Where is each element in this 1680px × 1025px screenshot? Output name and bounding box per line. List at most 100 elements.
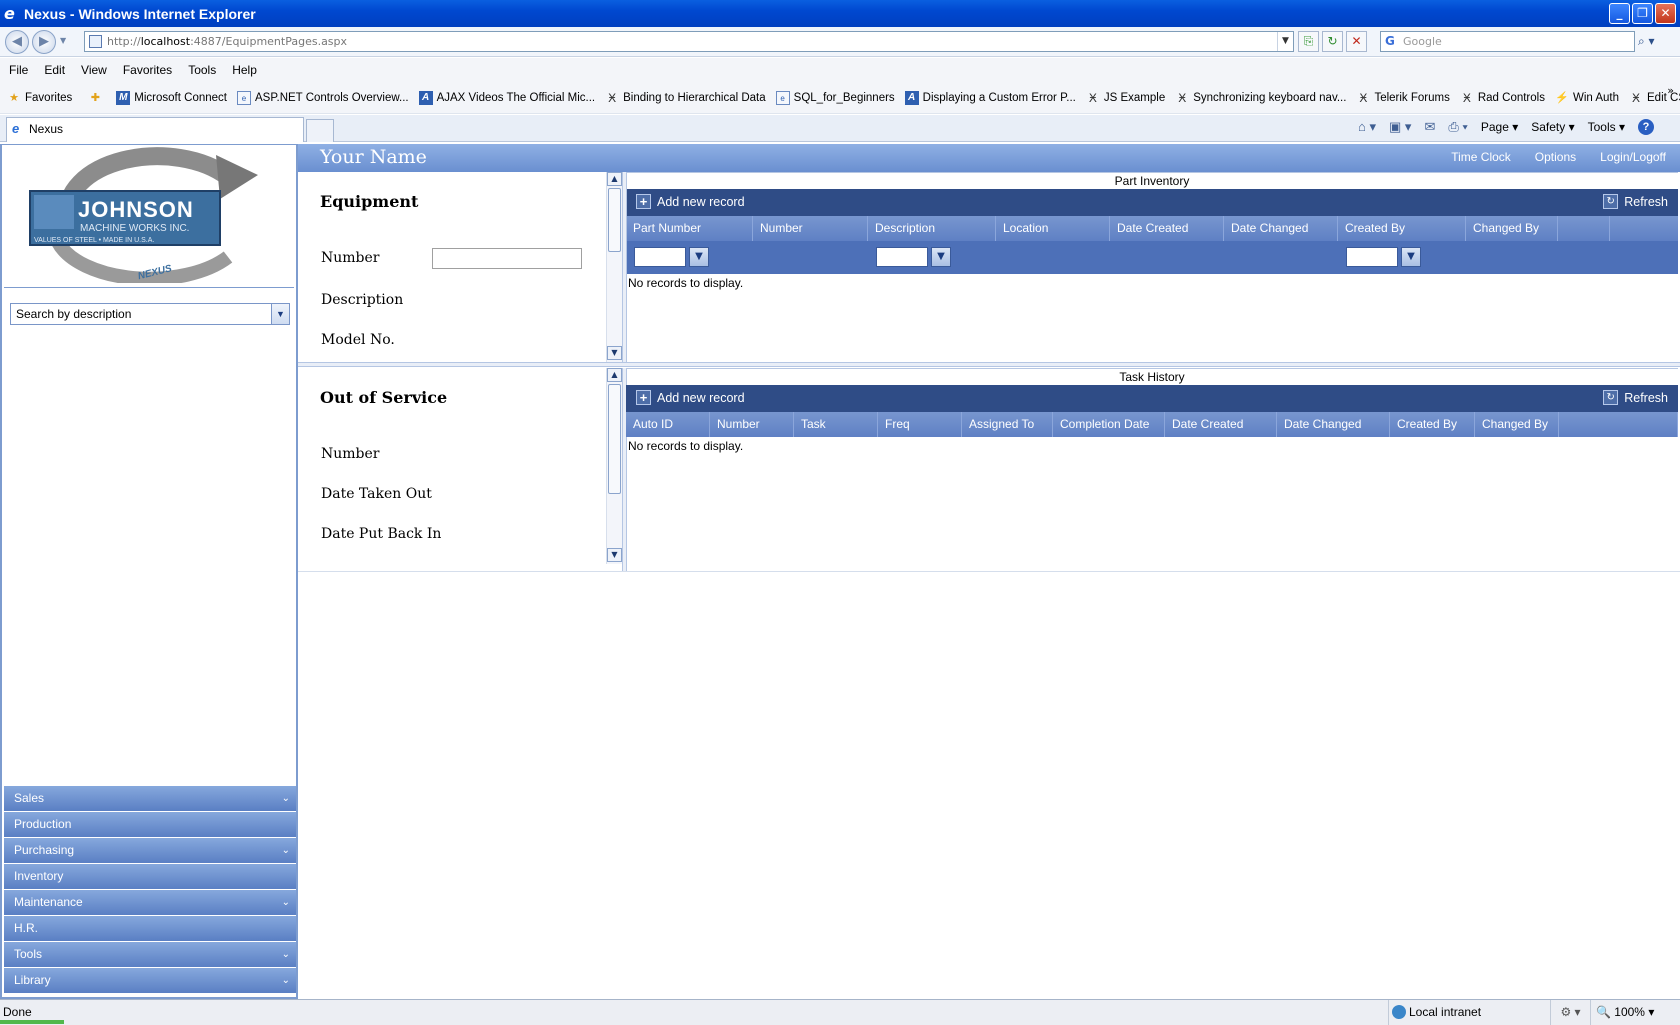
panel-item-library[interactable]: Library ⌄ bbox=[4, 968, 296, 994]
new-tab-button[interactable] bbox=[306, 119, 334, 142]
column-header[interactable]: Auto ID bbox=[626, 412, 710, 437]
column-header[interactable]: Part Number bbox=[626, 216, 753, 241]
column-header[interactable]: Changed By bbox=[1466, 216, 1558, 241]
column-header[interactable]: Task bbox=[794, 412, 878, 437]
scroll-up-icon[interactable]: ▲ bbox=[607, 172, 622, 186]
more-favorites-icon[interactable]: » bbox=[1667, 84, 1674, 97]
scroll-down-icon[interactable]: ▼ bbox=[607, 346, 622, 360]
add-favorite-button[interactable]: ✚ bbox=[88, 91, 106, 105]
column-header[interactable]: Date Changed bbox=[1224, 216, 1338, 241]
column-header[interactable]: Created By bbox=[1390, 412, 1475, 437]
address-dropdown-icon[interactable]: ▼ bbox=[1277, 32, 1293, 51]
menu-view[interactable]: View bbox=[81, 63, 107, 77]
address-bar[interactable]: http://localhost:4887/EquipmentPages.asp… bbox=[84, 31, 1294, 52]
column-header[interactable]: Freq bbox=[878, 412, 962, 437]
panel-item-tools[interactable]: Tools ⌄ bbox=[4, 942, 296, 968]
search-input[interactable]: G Google bbox=[1380, 31, 1635, 52]
part-number-filter[interactable] bbox=[634, 247, 686, 267]
column-header[interactable]: Description bbox=[868, 216, 996, 241]
menu-file[interactable]: File bbox=[9, 63, 28, 77]
panel-item-production[interactable]: Production bbox=[4, 812, 296, 838]
fav-item[interactable]: ⚡ Win Auth bbox=[1555, 91, 1619, 105]
description-filter[interactable] bbox=[876, 247, 928, 267]
fav-item[interactable]: M Microsoft Connect bbox=[116, 90, 227, 105]
fav-item[interactable]: Ӿ Synchronizing keyboard nav... bbox=[1175, 91, 1346, 105]
print-icon[interactable]: ⎙ ▾ bbox=[1448, 119, 1467, 135]
minimize-button[interactable]: _ bbox=[1609, 3, 1630, 24]
refresh-icon[interactable]: ↻ bbox=[1322, 31, 1343, 52]
equipment-number-field[interactable] bbox=[432, 248, 582, 269]
out-of-service-scrollbar[interactable]: ▲ ▼ bbox=[606, 368, 622, 564]
fav-item[interactable]: e ASP.NET Controls Overview... bbox=[236, 90, 409, 105]
column-header[interactable]: Number bbox=[710, 412, 794, 437]
column-header[interactable]: Assigned To bbox=[962, 412, 1053, 437]
column-header[interactable]: Completion Date bbox=[1053, 412, 1165, 437]
back-button[interactable]: ◀ bbox=[5, 30, 29, 54]
menu-tools[interactable]: Tools bbox=[188, 63, 216, 77]
chevron-down-icon[interactable]: ▼ bbox=[271, 304, 289, 324]
panel-item-hr[interactable]: H.R. bbox=[4, 916, 296, 942]
filter-icon[interactable]: ▼ bbox=[931, 247, 951, 267]
fav-item[interactable]: Ӿ Binding to Hierarchical Data bbox=[605, 91, 766, 105]
compatibility-icon[interactable]: ⎘ bbox=[1298, 31, 1319, 52]
security-zone[interactable]: Local intranet bbox=[1388, 1000, 1550, 1025]
add-new-record-button[interactable]: + Add new record bbox=[636, 194, 745, 209]
scroll-thumb[interactable] bbox=[608, 384, 621, 494]
login-logoff-link[interactable]: Login/Logoff bbox=[1600, 150, 1666, 164]
scroll-up-icon[interactable]: ▲ bbox=[607, 368, 622, 382]
scroll-down-icon[interactable]: ▼ bbox=[607, 548, 622, 562]
fav-item[interactable]: Ӿ Rad Controls bbox=[1460, 91, 1545, 105]
column-header[interactable]: Number bbox=[753, 216, 868, 241]
restore-button[interactable]: ❐ bbox=[1632, 3, 1653, 24]
column-header[interactable] bbox=[1558, 216, 1610, 241]
close-button[interactable]: ✕ bbox=[1655, 3, 1676, 24]
refresh-button[interactable]: ↻ Refresh bbox=[1603, 390, 1668, 405]
feeds-icon[interactable]: ▣ ▾ bbox=[1389, 119, 1411, 135]
search-combobox[interactable]: Search by description ▼ bbox=[10, 303, 290, 325]
panel-item-maintenance[interactable]: Maintenance ⌄ bbox=[4, 890, 296, 916]
panel-item-purchasing[interactable]: Purchasing ⌄ bbox=[4, 838, 296, 864]
fav-item[interactable]: Ӿ JS Example bbox=[1086, 91, 1165, 105]
help-icon[interactable]: ? bbox=[1638, 119, 1654, 135]
column-header[interactable]: Date Created bbox=[1165, 412, 1277, 437]
refresh-button[interactable]: ↻ Refresh bbox=[1603, 194, 1668, 209]
tools-menu[interactable]: Tools ▾ bbox=[1588, 120, 1625, 134]
created-by-filter[interactable] bbox=[1346, 247, 1398, 267]
menu-help[interactable]: Help bbox=[232, 63, 257, 77]
menu-favorites[interactable]: Favorites bbox=[123, 63, 172, 77]
column-header[interactable]: Location bbox=[996, 216, 1110, 241]
zoom-control[interactable]: 🔍 100% ▾ bbox=[1590, 1000, 1662, 1025]
fav-item[interactable]: A AJAX Videos The Official Mic... bbox=[418, 90, 595, 105]
column-header[interactable]: Changed By bbox=[1475, 412, 1559, 437]
horizontal-splitter[interactable] bbox=[298, 362, 1680, 367]
add-new-record-button[interactable]: + Add new record bbox=[636, 390, 745, 405]
panel-item-sales[interactable]: Sales ⌄ bbox=[4, 786, 296, 812]
column-header[interactable]: Date Created bbox=[1110, 216, 1224, 241]
home-icon[interactable]: ⌂ ▾ bbox=[1358, 119, 1376, 135]
column-header[interactable] bbox=[1559, 412, 1678, 437]
page-menu[interactable]: Page ▾ bbox=[1481, 120, 1518, 134]
recent-pages-icon[interactable]: ▼ bbox=[60, 36, 66, 45]
vertical-splitter[interactable] bbox=[622, 172, 627, 362]
panel-item-inventory[interactable]: Inventory bbox=[4, 864, 296, 890]
protected-mode-icon[interactable]: ⚙ ▾ bbox=[1550, 1000, 1590, 1025]
stop-icon[interactable]: ✕ bbox=[1346, 31, 1367, 52]
menu-edit[interactable]: Edit bbox=[44, 63, 65, 77]
scroll-thumb[interactable] bbox=[608, 188, 621, 252]
column-header[interactable]: Date Changed bbox=[1277, 412, 1390, 437]
options-link[interactable]: Options bbox=[1535, 150, 1576, 164]
equipment-scrollbar[interactable]: ▲ ▼ bbox=[606, 172, 622, 362]
time-clock-link[interactable]: Time Clock bbox=[1451, 150, 1511, 164]
tab-nexus[interactable]: e Nexus bbox=[6, 117, 304, 142]
forward-button[interactable]: ▶ bbox=[32, 30, 56, 54]
filter-icon[interactable]: ▼ bbox=[1401, 247, 1421, 267]
mail-icon[interactable]: ✉ bbox=[1424, 119, 1435, 135]
fav-item[interactable]: e SQL_for_Beginners bbox=[775, 90, 895, 105]
fav-item[interactable]: Ӿ Telerik Forums bbox=[1356, 91, 1449, 105]
filter-icon[interactable]: ▼ bbox=[689, 247, 709, 267]
search-icon[interactable]: ⌕ ▾ bbox=[1638, 31, 1670, 52]
safety-menu[interactable]: Safety ▾ bbox=[1531, 120, 1574, 134]
fav-item[interactable]: A Displaying a Custom Error P... bbox=[904, 90, 1076, 105]
favorites-button[interactable]: ★ Favorites bbox=[7, 91, 72, 105]
column-header[interactable]: Created By bbox=[1338, 216, 1466, 241]
